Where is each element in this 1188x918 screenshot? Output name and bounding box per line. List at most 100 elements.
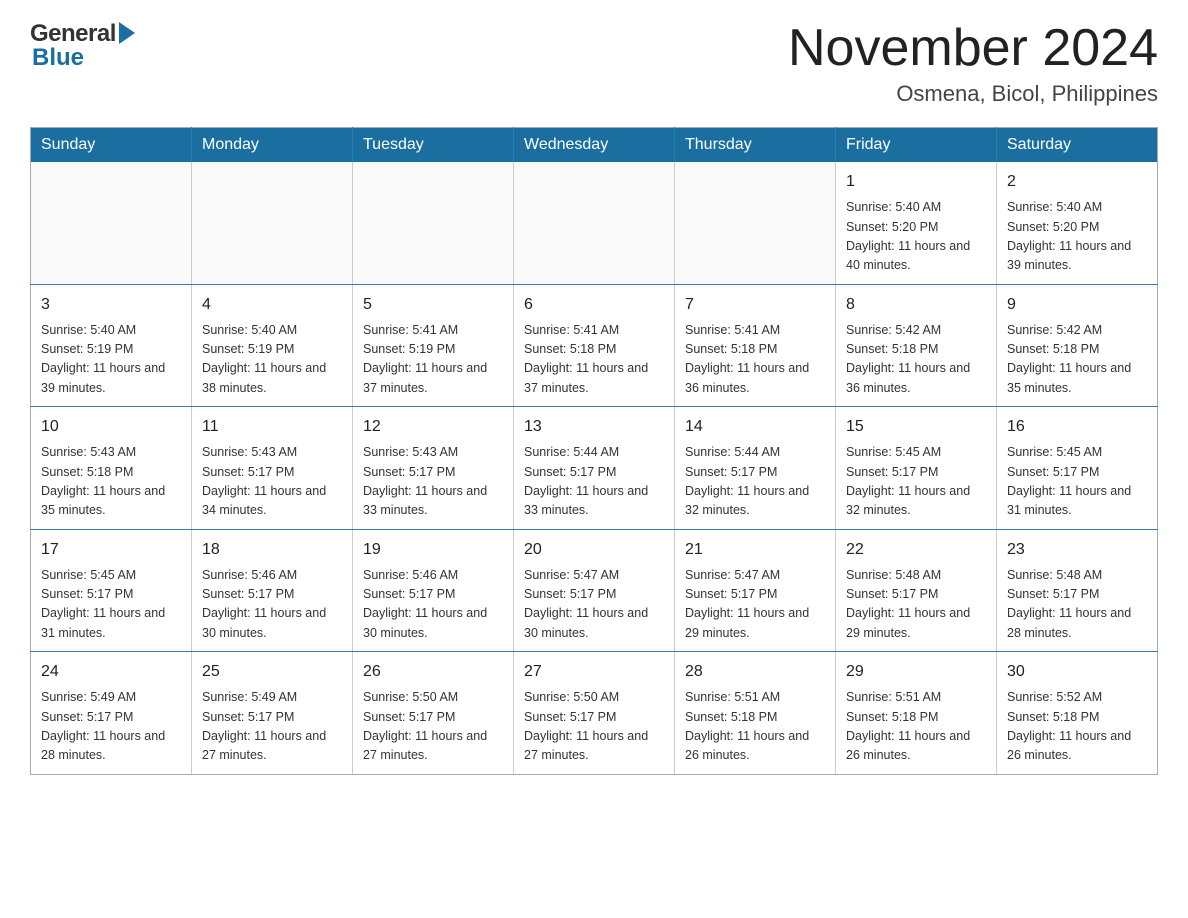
calendar-cell: 19Sunrise: 5:46 AMSunset: 5:17 PMDayligh… <box>353 529 514 652</box>
calendar-week-row: 17Sunrise: 5:45 AMSunset: 5:17 PMDayligh… <box>31 529 1158 652</box>
day-info: Sunrise: 5:50 AMSunset: 5:17 PMDaylight:… <box>363 688 503 766</box>
day-info: Sunrise: 5:41 AMSunset: 5:19 PMDaylight:… <box>363 321 503 399</box>
calendar-cell: 14Sunrise: 5:44 AMSunset: 5:17 PMDayligh… <box>675 407 836 530</box>
day-number: 15 <box>846 415 986 439</box>
day-info: Sunrise: 5:47 AMSunset: 5:17 PMDaylight:… <box>524 566 664 644</box>
header-right: November 2024 Osmena, Bicol, Philippines <box>788 20 1158 107</box>
column-header-thursday: Thursday <box>675 128 836 163</box>
calendar-cell: 15 Sunrise: 5:45 AMSunset: 5:17 PMDayligh… <box>836 407 997 530</box>
day-number: 9 <box>1007 293 1147 317</box>
day-info: Sunrise: 5:51 AMSunset: 5:18 PMDaylight:… <box>685 688 825 766</box>
calendar-cell: 17Sunrise: 5:45 AMSunset: 5:17 PMDayligh… <box>31 529 192 652</box>
calendar-week-row: 24 Sunrise: 5:49 AMSunset: 5:17 PMDayligh… <box>31 652 1158 775</box>
calendar-cell: 5 Sunrise: 5:41 AMSunset: 5:19 PMDaylight… <box>353 284 514 407</box>
day-number: 4 <box>202 293 342 317</box>
calendar-cell: 23 Sunrise: 5:48 AMSunset: 5:17 PMDayligh… <box>997 529 1158 652</box>
day-info: Sunrise: 5:43 AMSunset: 5:18 PMDaylight:… <box>41 443 181 521</box>
calendar-cell: 21Sunrise: 5:47 AMSunset: 5:17 PMDayligh… <box>675 529 836 652</box>
column-header-monday: Monday <box>192 128 353 163</box>
calendar-cell <box>192 162 353 284</box>
day-info: Sunrise: 5:45 AMSunset: 5:17 PMDaylight:… <box>41 566 181 644</box>
calendar-header-row: SundayMondayTuesdayWednesdayThursdayFrid… <box>31 128 1158 163</box>
day-number: 12 <box>363 415 503 439</box>
logo-blue-text: Blue <box>30 44 84 72</box>
column-header-wednesday: Wednesday <box>514 128 675 163</box>
day-number: 24 <box>41 660 181 684</box>
location-title: Osmena, Bicol, Philippines <box>788 81 1158 107</box>
day-number: 11 <box>202 415 342 439</box>
day-info: Sunrise: 5:41 AMSunset: 5:18 PMDaylight:… <box>524 321 664 399</box>
logo-arrow-icon <box>119 22 135 44</box>
day-number: 10 <box>41 415 181 439</box>
calendar-cell: 1 Sunrise: 5:40 AMSunset: 5:20 PMDaylight… <box>836 162 997 284</box>
day-info: Sunrise: 5:43 AMSunset: 5:17 PMDaylight:… <box>202 443 342 521</box>
calendar-cell <box>353 162 514 284</box>
day-info: Sunrise: 5:43 AMSunset: 5:17 PMDaylight:… <box>363 443 503 521</box>
day-info: Sunrise: 5:40 AMSunset: 5:19 PMDaylight:… <box>41 321 181 399</box>
calendar-cell: 18Sunrise: 5:46 AMSunset: 5:17 PMDayligh… <box>192 529 353 652</box>
day-info: Sunrise: 5:45 AMSunset: 5:17 PMDaylight:… <box>846 443 986 521</box>
day-number: 20 <box>524 538 664 562</box>
day-info: Sunrise: 5:40 AMSunset: 5:19 PMDaylight:… <box>202 321 342 399</box>
day-number: 13 <box>524 415 664 439</box>
day-number: 23 <box>1007 538 1147 562</box>
calendar-cell <box>675 162 836 284</box>
day-number: 16 <box>1007 415 1147 439</box>
calendar-cell: 16 Sunrise: 5:45 AMSunset: 5:17 PMDayligh… <box>997 407 1158 530</box>
day-number: 6 <box>524 293 664 317</box>
calendar-table: SundayMondayTuesdayWednesdayThursdayFrid… <box>30 127 1158 775</box>
calendar-cell: 20 Sunrise: 5:47 AMSunset: 5:17 PMDayligh… <box>514 529 675 652</box>
column-header-saturday: Saturday <box>997 128 1158 163</box>
day-number: 22 <box>846 538 986 562</box>
calendar-week-row: 1 Sunrise: 5:40 AMSunset: 5:20 PMDaylight… <box>31 162 1158 284</box>
day-info: Sunrise: 5:48 AMSunset: 5:17 PMDaylight:… <box>1007 566 1147 644</box>
day-number: 30 <box>1007 660 1147 684</box>
calendar-cell: 4 Sunrise: 5:40 AMSunset: 5:19 PMDaylight… <box>192 284 353 407</box>
day-info: Sunrise: 5:40 AMSunset: 5:20 PMDaylight:… <box>846 198 986 276</box>
calendar-cell: 30 Sunrise: 5:52 AMSunset: 5:18 PMDayligh… <box>997 652 1158 775</box>
day-number: 18 <box>202 538 342 562</box>
day-number: 28 <box>685 660 825 684</box>
calendar-cell: 7Sunrise: 5:41 AMSunset: 5:18 PMDaylight… <box>675 284 836 407</box>
calendar-week-row: 10 Sunrise: 5:43 AMSunset: 5:18 PMDayligh… <box>31 407 1158 530</box>
day-info: Sunrise: 5:40 AMSunset: 5:20 PMDaylight:… <box>1007 198 1147 276</box>
day-info: Sunrise: 5:48 AMSunset: 5:17 PMDaylight:… <box>846 566 986 644</box>
page-header: General Blue November 2024 Osmena, Bicol… <box>30 20 1158 107</box>
day-info: Sunrise: 5:42 AMSunset: 5:18 PMDaylight:… <box>1007 321 1147 399</box>
calendar-cell: 26Sunrise: 5:50 AMSunset: 5:17 PMDayligh… <box>353 652 514 775</box>
calendar-cell: 24 Sunrise: 5:49 AMSunset: 5:17 PMDayligh… <box>31 652 192 775</box>
calendar-cell <box>514 162 675 284</box>
day-number: 1 <box>846 170 986 194</box>
day-number: 25 <box>202 660 342 684</box>
calendar-week-row: 3 Sunrise: 5:40 AMSunset: 5:19 PMDaylight… <box>31 284 1158 407</box>
day-info: Sunrise: 5:49 AMSunset: 5:17 PMDaylight:… <box>41 688 181 766</box>
logo: General Blue <box>30 20 135 72</box>
column-header-sunday: Sunday <box>31 128 192 163</box>
calendar-cell: 10 Sunrise: 5:43 AMSunset: 5:18 PMDayligh… <box>31 407 192 530</box>
column-header-tuesday: Tuesday <box>353 128 514 163</box>
calendar-cell: 11 Sunrise: 5:43 AMSunset: 5:17 PMDayligh… <box>192 407 353 530</box>
calendar-cell: 22 Sunrise: 5:48 AMSunset: 5:17 PMDayligh… <box>836 529 997 652</box>
day-number: 29 <box>846 660 986 684</box>
day-info: Sunrise: 5:52 AMSunset: 5:18 PMDaylight:… <box>1007 688 1147 766</box>
day-number: 3 <box>41 293 181 317</box>
calendar-cell: 13 Sunrise: 5:44 AMSunset: 5:17 PMDayligh… <box>514 407 675 530</box>
column-header-friday: Friday <box>836 128 997 163</box>
day-number: 5 <box>363 293 503 317</box>
calendar-cell: 27 Sunrise: 5:50 AMSunset: 5:17 PMDayligh… <box>514 652 675 775</box>
day-number: 2 <box>1007 170 1147 194</box>
day-number: 27 <box>524 660 664 684</box>
month-title: November 2024 <box>788 20 1158 77</box>
calendar-cell: 6 Sunrise: 5:41 AMSunset: 5:18 PMDaylight… <box>514 284 675 407</box>
day-info: Sunrise: 5:45 AMSunset: 5:17 PMDaylight:… <box>1007 443 1147 521</box>
day-info: Sunrise: 5:51 AMSunset: 5:18 PMDaylight:… <box>846 688 986 766</box>
day-info: Sunrise: 5:44 AMSunset: 5:17 PMDaylight:… <box>685 443 825 521</box>
day-number: 8 <box>846 293 986 317</box>
calendar-cell: 8Sunrise: 5:42 AMSunset: 5:18 PMDaylight… <box>836 284 997 407</box>
day-info: Sunrise: 5:44 AMSunset: 5:17 PMDaylight:… <box>524 443 664 521</box>
calendar-cell <box>31 162 192 284</box>
day-info: Sunrise: 5:50 AMSunset: 5:17 PMDaylight:… <box>524 688 664 766</box>
day-info: Sunrise: 5:46 AMSunset: 5:17 PMDaylight:… <box>363 566 503 644</box>
day-info: Sunrise: 5:49 AMSunset: 5:17 PMDaylight:… <box>202 688 342 766</box>
calendar-cell: 25 Sunrise: 5:49 AMSunset: 5:17 PMDayligh… <box>192 652 353 775</box>
